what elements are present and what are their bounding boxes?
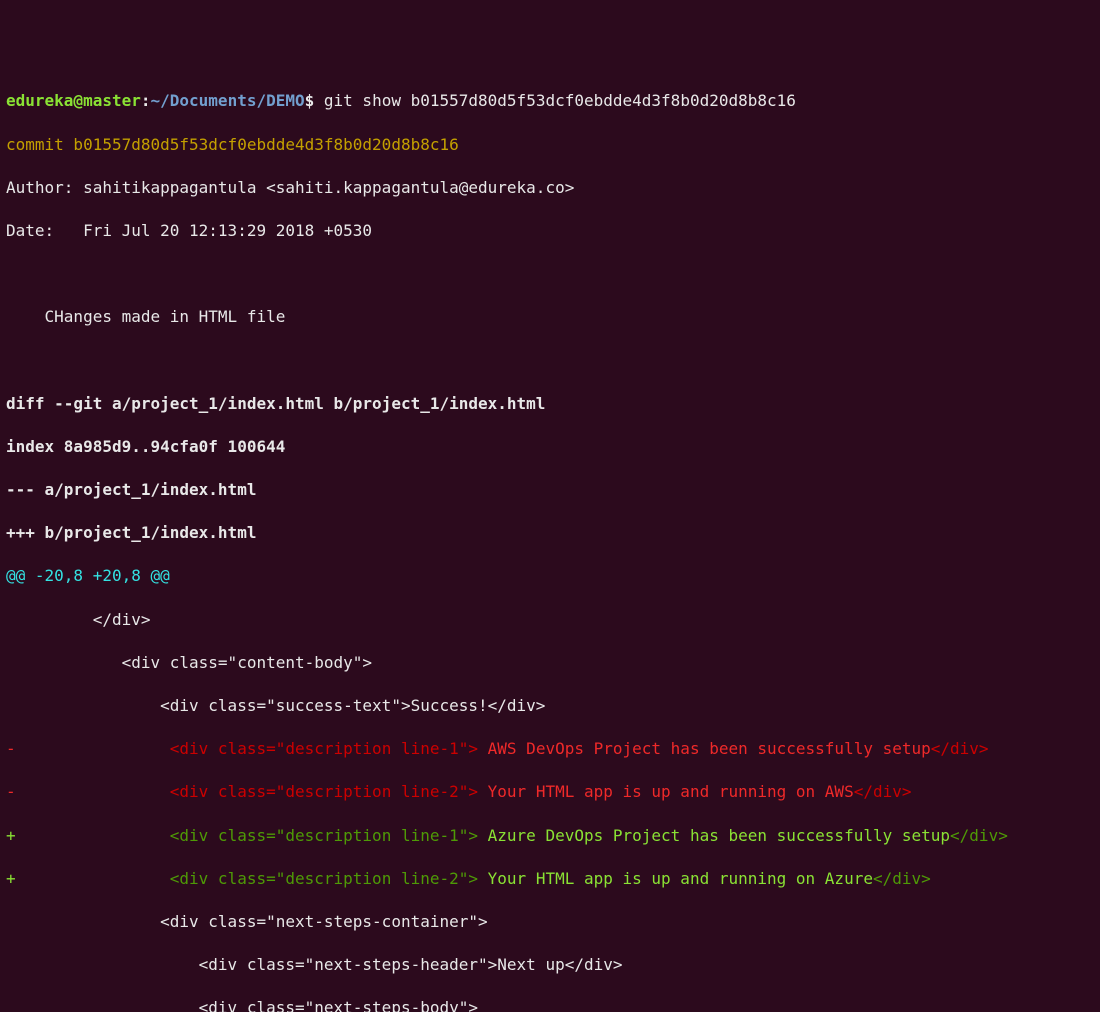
diff-add-prefix: +	[6, 869, 16, 888]
diff-add-text: Azure DevOps Project has been successful…	[478, 826, 950, 845]
prompt-user-host: edureka@master	[6, 91, 141, 110]
diff-del-tag-close: </div>	[931, 739, 989, 758]
diff-add-tag-open: <div class="description line-1">	[16, 826, 478, 845]
diff-added-line: + <div class="description line-2"> Your …	[6, 868, 1094, 890]
commit-message: CHanges made in HTML file	[6, 306, 1094, 328]
commit-author-line: Author: sahitikappagantula <sahiti.kappa…	[6, 177, 1094, 199]
diff-add-tag-close: </div>	[873, 869, 931, 888]
diff-add-tag-open: <div class="description line-2">	[16, 869, 478, 888]
diff-context-line: <div class="content-body">	[6, 652, 1094, 674]
commit-date-line: Date: Fri Jul 20 12:13:29 2018 +0530	[6, 220, 1094, 242]
commit-hash-line: commit b01557d80d5f53dcf0ebdde4d3f8b0d20…	[6, 134, 1094, 156]
diff-hunk-header: @@ -20,8 +20,8 @@	[6, 565, 1094, 587]
diff-plus-file: +++ b/project_1/index.html	[6, 522, 1094, 544]
diff-deleted-line: - <div class="description line-1"> AWS D…	[6, 738, 1094, 760]
diff-minus-file: --- a/project_1/index.html	[6, 479, 1094, 501]
diff-header: diff --git a/project_1/index.html b/proj…	[6, 393, 1094, 415]
diff-added-line: + <div class="description line-1"> Azure…	[6, 825, 1094, 847]
diff-add-tag-close: </div>	[950, 826, 1008, 845]
blank-line	[6, 350, 1094, 372]
prompt-separator: :	[141, 91, 151, 110]
diff-context-line: <div class="next-steps-body">	[6, 997, 1094, 1012]
diff-del-prefix: -	[6, 739, 16, 758]
diff-del-text: Your HTML app is up and running on AWS	[478, 782, 854, 801]
diff-add-prefix: +	[6, 826, 16, 845]
diff-del-prefix: -	[6, 782, 16, 801]
command-text: git show b01557d80d5f53dcf0ebdde4d3f8b0d…	[314, 91, 796, 110]
diff-del-text: AWS DevOps Project has been successfully…	[478, 739, 931, 758]
diff-deleted-line: - <div class="description line-2"> Your …	[6, 781, 1094, 803]
prompt-dollar: $	[305, 91, 315, 110]
diff-del-tag-open: <div class="description line-1">	[16, 739, 478, 758]
diff-context-line: <div class="success-text">Success!</div>	[6, 695, 1094, 717]
diff-index: index 8a985d9..94cfa0f 100644	[6, 436, 1094, 458]
diff-del-tag-open: <div class="description line-2">	[16, 782, 478, 801]
diff-context-line: <div class="next-steps-header">Next up</…	[6, 954, 1094, 976]
blank-line	[6, 263, 1094, 285]
diff-add-text: Your HTML app is up and running on Azure	[478, 869, 873, 888]
diff-context-line: </div>	[6, 609, 1094, 631]
diff-del-tag-close: </div>	[854, 782, 912, 801]
diff-context-line: <div class="next-steps-container">	[6, 911, 1094, 933]
prompt-path: ~/Documents/DEMO	[151, 91, 305, 110]
terminal-prompt-line[interactable]: edureka@master:~/Documents/DEMO$ git sho…	[6, 90, 1094, 112]
